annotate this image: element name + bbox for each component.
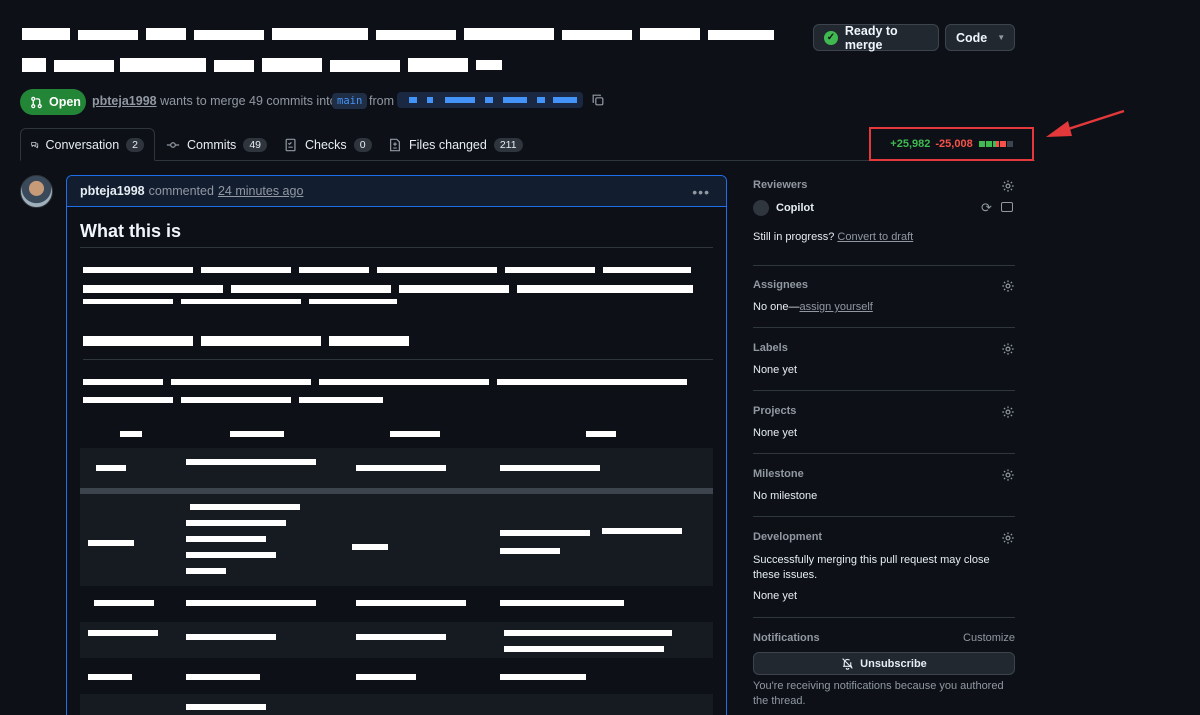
- convert-to-draft-link[interactable]: Convert to draft: [837, 231, 913, 243]
- tab-label: Files changed: [409, 137, 487, 152]
- comment-table-redacted: [80, 420, 713, 715]
- from-text: from: [369, 94, 394, 108]
- gear-icon[interactable]: [1001, 342, 1015, 356]
- diff-deletions: -25,008: [935, 138, 973, 150]
- diffstat-square-green: [985, 141, 992, 147]
- development-section: Development Successfully merging this pu…: [753, 531, 1015, 611]
- caret-down-icon: ▼: [997, 33, 1006, 42]
- projects-value: None yet: [753, 427, 798, 439]
- tab-count: 2: [126, 137, 144, 152]
- diffstat-bar: [978, 141, 1013, 147]
- tab-count: 211: [493, 137, 523, 152]
- customize-link[interactable]: Customize: [963, 632, 1015, 644]
- labels-title[interactable]: Labels: [753, 342, 1015, 354]
- tab-commits[interactable]: Commits 49: [166, 128, 267, 161]
- ready-to-merge-label: Ready to merge: [844, 23, 898, 52]
- tab-label: Conversation: [45, 137, 120, 152]
- gear-icon[interactable]: [1001, 279, 1015, 293]
- code-label: Code: [956, 30, 988, 45]
- pr-action-text: wants to merge 49 commits into: [160, 94, 337, 108]
- comment-header: pbteja1998 commented 24 minutes ago: [67, 176, 726, 207]
- gear-icon[interactable]: [1001, 531, 1015, 545]
- divider: [753, 327, 1015, 328]
- avatar[interactable]: [20, 175, 53, 208]
- diff-additions: +25,982: [890, 138, 931, 150]
- comment-discussion-icon: [31, 141, 39, 149]
- copilot-avatar-icon: [753, 200, 769, 216]
- comment-heading: What this is: [80, 221, 182, 241]
- unsubscribe-button[interactable]: Unsubscribe: [753, 652, 1015, 675]
- pull-request-icon: [31, 96, 42, 108]
- draft-note: Still in progress? Convert to draft: [753, 231, 913, 243]
- divider: [80, 247, 713, 248]
- milestone-section: Milestone No milestone: [753, 468, 1015, 508]
- reviewer-row: Copilot ⟳: [753, 199, 1015, 217]
- comment-action: commented: [148, 184, 214, 198]
- tab-conversation[interactable]: Conversation 2: [20, 128, 155, 161]
- base-branch[interactable]: main: [332, 93, 368, 109]
- labels-value: None yet: [753, 364, 798, 376]
- commit-icon: [166, 141, 180, 148]
- diffstat-square-mixed: [992, 141, 999, 147]
- pr-status-line: pbteja1998 wants to merge 49 commits int…: [92, 94, 337, 108]
- assignees-title[interactable]: Assignees: [753, 279, 1015, 291]
- divider: [753, 453, 1015, 454]
- projects-section: Projects None yet: [753, 405, 1015, 445]
- assignees-value: No one—assign yourself: [753, 301, 873, 313]
- comment-author-link[interactable]: pbteja1998: [80, 184, 145, 198]
- file-diff-icon: [390, 138, 400, 151]
- milestone-value: No milestone: [753, 490, 818, 502]
- pr-state-label: Open: [49, 95, 81, 109]
- draft-question: Still in progress?: [753, 231, 835, 243]
- tab-checks[interactable]: Checks 0: [284, 128, 372, 161]
- assignees-section: Assignees No one—assign yourself: [753, 279, 1015, 319]
- reviewer-name[interactable]: Copilot: [776, 202, 814, 214]
- tab-files-changed[interactable]: Files changed 211: [388, 128, 523, 161]
- divider: [753, 390, 1015, 391]
- development-value: None yet: [753, 590, 798, 602]
- diffstat-highlight[interactable]: +25,982 -25,008: [869, 127, 1034, 161]
- check-circle-icon: ✓: [824, 30, 838, 45]
- divider: [753, 617, 1015, 618]
- tab-label: Commits: [187, 137, 237, 152]
- code-button[interactable]: Code ▼: [945, 24, 1015, 51]
- pr-title-redacted: [20, 20, 780, 82]
- tab-label: Checks: [305, 137, 347, 152]
- milestone-title[interactable]: Milestone: [753, 468, 1015, 480]
- development-title[interactable]: Development: [753, 531, 1015, 543]
- projects-title[interactable]: Projects: [753, 405, 1015, 417]
- comment-timestamp-link[interactable]: 24 minutes ago: [218, 184, 303, 198]
- refresh-icon[interactable]: ⟳: [981, 200, 992, 216]
- comment-card: pbteja1998 commented 24 minutes ago ••• …: [66, 175, 727, 715]
- reviewers-title[interactable]: Reviewers: [753, 179, 1015, 191]
- head-branch-redacted[interactable]: [397, 92, 583, 108]
- kebab-menu-icon[interactable]: •••: [692, 184, 710, 200]
- assignees-none: No one—: [753, 301, 800, 313]
- divider: [753, 516, 1015, 517]
- gear-icon[interactable]: [1001, 405, 1015, 419]
- checklist-icon: [285, 138, 296, 151]
- gear-icon[interactable]: [1001, 468, 1015, 482]
- reviewers-section: Reviewers Copilot ⟳ Still in progress? C…: [753, 179, 1015, 249]
- diffstat-square-neutral: [1006, 141, 1013, 147]
- gear-icon[interactable]: [1001, 179, 1015, 193]
- comment-icon[interactable]: [1001, 202, 1013, 212]
- tab-count: 49: [243, 137, 267, 152]
- diffstat-square-red: [999, 141, 1006, 147]
- assign-yourself-link[interactable]: assign yourself: [799, 301, 872, 313]
- pr-author-link[interactable]: pbteja1998: [92, 94, 157, 108]
- development-text: Successfully merging this pull request m…: [753, 554, 990, 581]
- annotation-arrow-icon: [1046, 109, 1125, 137]
- notifications-note: You're receiving notifications because y…: [753, 680, 1004, 707]
- divider: [753, 265, 1015, 266]
- bell-slash-icon: [842, 658, 853, 670]
- diffstat-square-green: [978, 141, 985, 147]
- labels-section: Labels None yet: [753, 342, 1015, 382]
- copy-icon[interactable]: [591, 93, 605, 107]
- tab-count: 0: [353, 137, 372, 152]
- ready-to-merge-button[interactable]: ✓ Ready to merge: [813, 23, 939, 52]
- unsubscribe-label: Unsubscribe: [860, 657, 927, 670]
- pr-state-badge: Open: [20, 89, 86, 115]
